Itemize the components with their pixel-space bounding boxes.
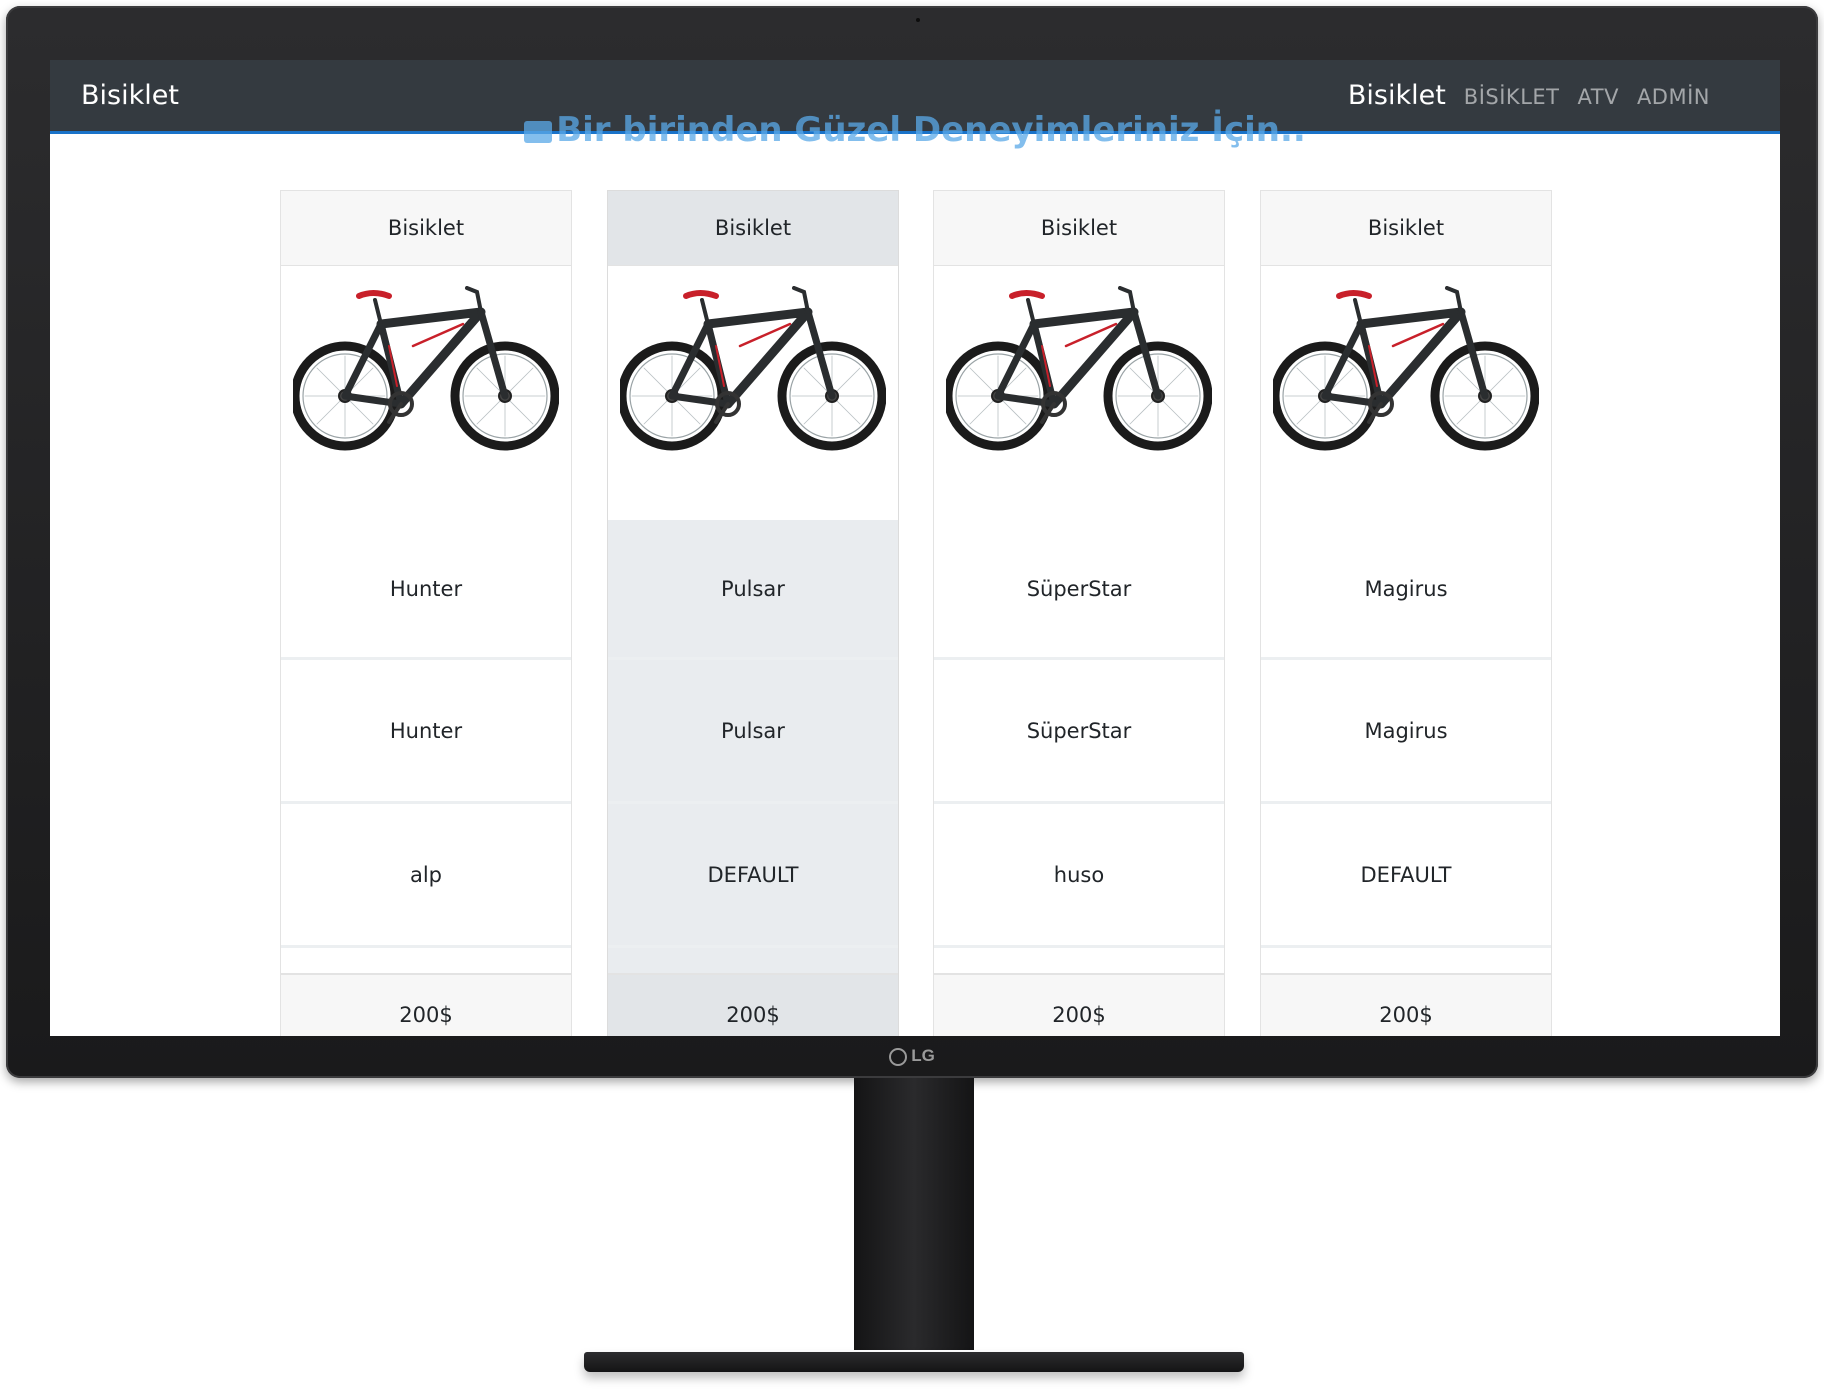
nav-link-atv[interactable]: ATV — [1578, 85, 1619, 109]
bicycle-icon — [620, 286, 886, 451]
product-owner: alp — [281, 804, 571, 948]
card-header: Bisiklet — [934, 191, 1224, 266]
tagline: Bir birinden Güzel Deneyimleriniz İçin.. — [50, 110, 1780, 150]
nav-link-admin[interactable]: ADMİN — [1637, 85, 1710, 109]
nav-link-bisiklet[interactable]: BİSİKLET — [1464, 85, 1560, 109]
screen: Bisiklet Bisiklet BİSİKLET ATV ADMİN Bir… — [50, 60, 1780, 1036]
bicycle-icon — [1273, 286, 1539, 451]
product-cards: Bisiklet Hunter Hunter alp 200$ Bisiklet… — [280, 190, 1554, 1036]
monitor-stand-neck — [854, 1078, 974, 1350]
tagline-text: Bir birinden Güzel Deneyimleriniz İçin.. — [556, 110, 1306, 150]
product-name: SüperStar — [934, 520, 1224, 660]
card-header: Bisiklet — [608, 191, 898, 266]
bicycle-image — [934, 266, 1224, 520]
product-model: Magirus — [1261, 660, 1551, 804]
bicycle-image — [1261, 266, 1551, 520]
card-header: Bisiklet — [1261, 191, 1551, 266]
bicycle-icon — [293, 286, 559, 451]
product-price: 200$ — [934, 974, 1224, 1036]
product-model: SüperStar — [934, 660, 1224, 804]
product-name: Pulsar — [608, 520, 898, 660]
card-header: Bisiklet — [281, 191, 571, 266]
product-model: Pulsar — [608, 660, 898, 804]
product-owner: DEFAULT — [1261, 804, 1551, 948]
card-spacer — [608, 948, 898, 974]
product-owner: DEFAULT — [608, 804, 898, 948]
tagline-icon — [524, 121, 553, 143]
bicycle-image — [281, 266, 571, 520]
monitor-brand: LG — [911, 1046, 935, 1065]
bicycle-image — [608, 266, 898, 520]
navbar-brand[interactable]: Bisiklet — [81, 80, 179, 111]
product-card[interactable]: Bisiklet Hunter Hunter alp 200$ — [280, 190, 572, 1036]
product-price: 200$ — [1261, 974, 1551, 1036]
product-price: 200$ — [608, 974, 898, 1036]
card-spacer — [934, 948, 1224, 974]
lg-logo-icon — [889, 1048, 908, 1066]
monitor-frame: Bisiklet Bisiklet BİSİKLET ATV ADMİN Bir… — [6, 6, 1818, 1078]
bicycle-icon — [946, 286, 1212, 451]
nav-active-item[interactable]: Bisiklet — [1348, 80, 1446, 111]
card-spacer — [1261, 948, 1551, 974]
card-spacer — [281, 948, 571, 974]
product-model: Hunter — [281, 660, 571, 804]
monitor-logo: LG — [6, 1046, 1818, 1066]
webcam-dot — [916, 18, 920, 22]
product-card[interactable]: Bisiklet SüperStar SüperStar huso 200$ — [933, 190, 1225, 1036]
navbar-links: Bisiklet BİSİKLET ATV ADMİN — [1348, 80, 1710, 111]
product-price: 200$ — [281, 974, 571, 1036]
product-owner: huso — [934, 804, 1224, 948]
product-name: Magirus — [1261, 520, 1551, 660]
monitor-stand-base — [584, 1352, 1244, 1372]
product-name: Hunter — [281, 520, 571, 660]
product-card[interactable]: Bisiklet Magirus Magirus DEFAULT 200$ — [1260, 190, 1552, 1036]
product-card[interactable]: Bisiklet Pulsar Pulsar DEFAULT 200$ — [607, 190, 899, 1036]
